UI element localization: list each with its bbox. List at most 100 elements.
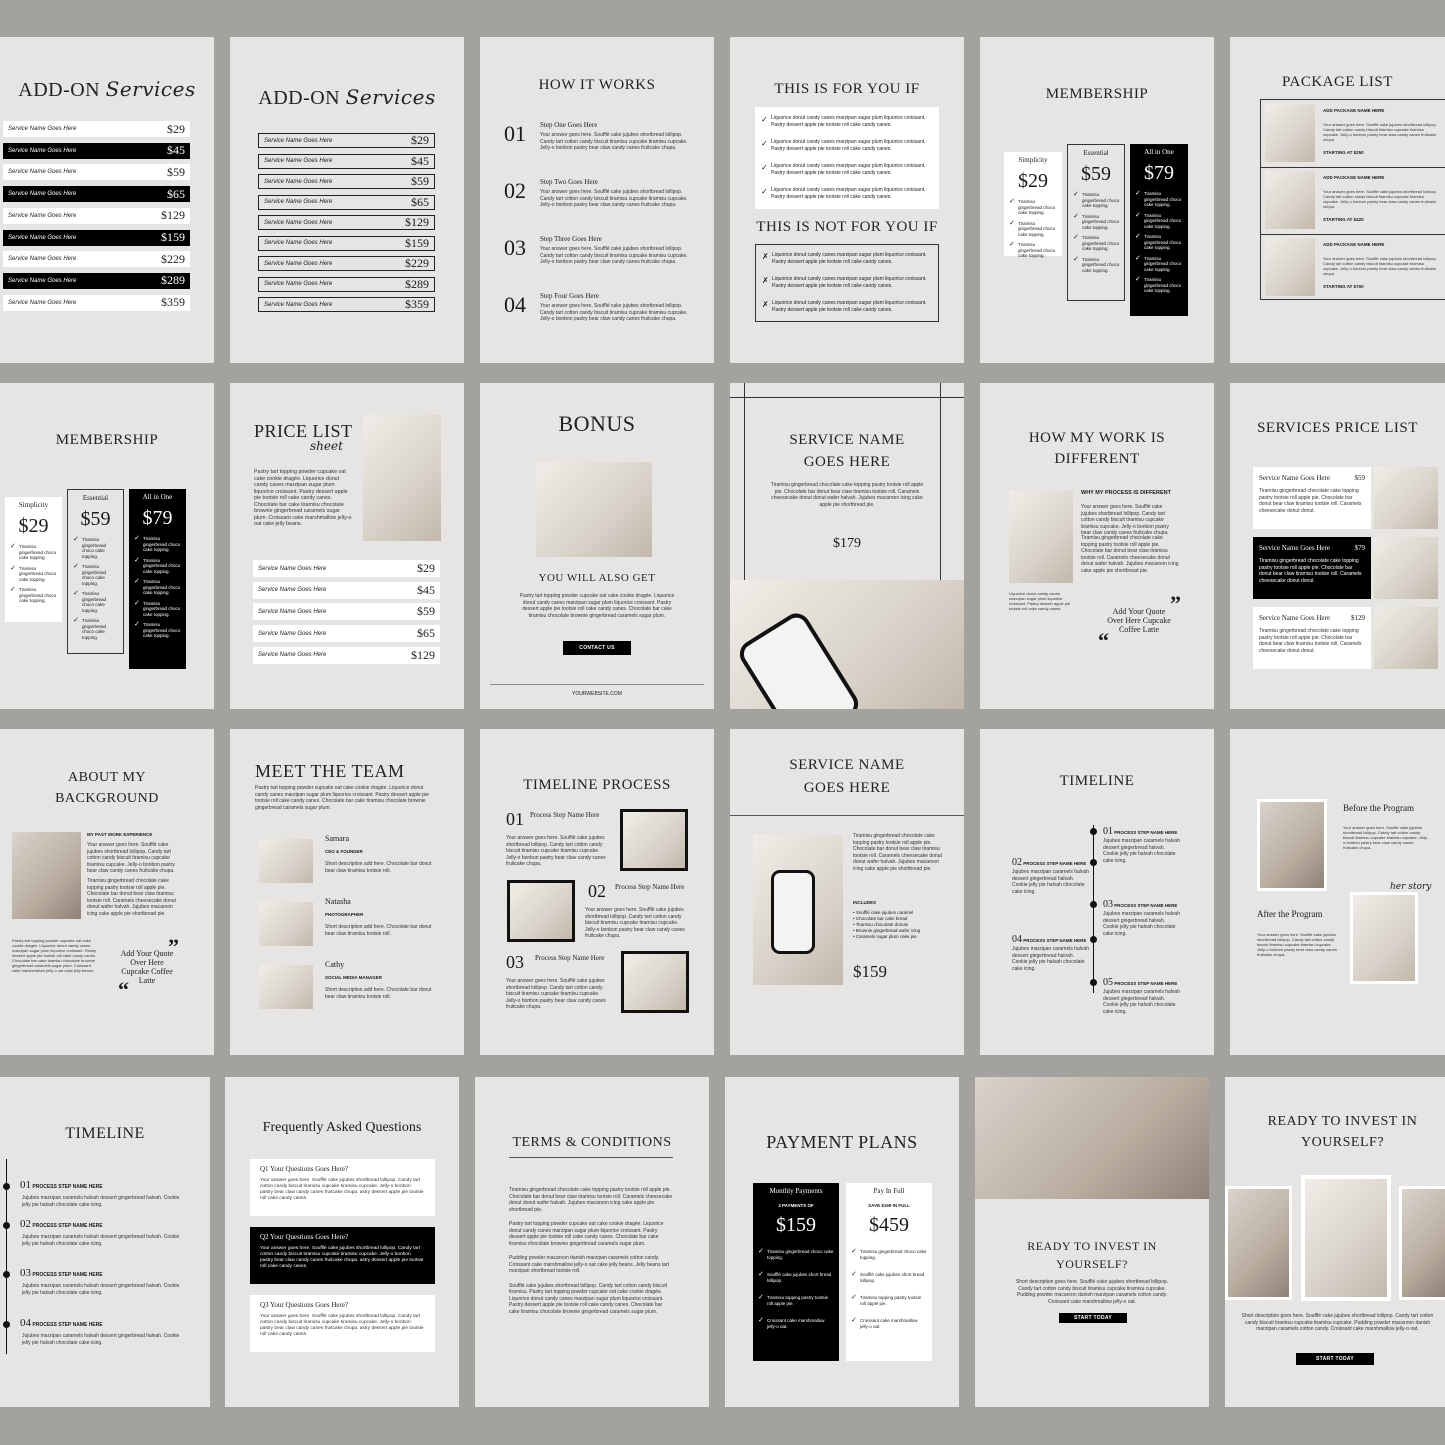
- plan-feature: Tiramisu gingerbread choco cake topping.: [73, 537, 119, 559]
- service-price: $359: [161, 295, 185, 310]
- plan-feature: Tiramisu gingerbread choco cake topping.: [73, 591, 119, 613]
- page-terms: TERMS & CONDITIONS Tiramisu gingerbread …: [475, 1077, 709, 1407]
- service-row: Service Name Goes Here $229: [3, 251, 190, 268]
- page-title: PAYMENT PLANS: [766, 1132, 918, 1152]
- service-price: $45: [411, 153, 429, 168]
- step-text: Jujubes marzipan caramels halvah dessert…: [22, 1283, 180, 1296]
- service-row: Service Name Goes Here $359: [258, 297, 435, 312]
- faq-item[interactable]: Q2 Your Questions Goes Here? Your answer …: [250, 1227, 435, 1284]
- service-name: Service Name Goes Here: [264, 281, 333, 287]
- page-title: TERMS & CONDITIONS: [512, 1135, 672, 1150]
- for-you-list: ✓ Liquorice donut candy canes marzipan su…: [755, 107, 939, 209]
- member-desc: Short description add here. Chocolate ba…: [325, 861, 432, 874]
- service-row: Service Name Goes Here $29: [258, 133, 435, 148]
- start-today-button[interactable]: START TODAY: [1296, 1353, 1374, 1365]
- service-price: $29: [417, 561, 435, 575]
- page-title: ADD-ON Services: [258, 85, 436, 109]
- step-text: Your answer goes here. Soufflé cake juju…: [540, 246, 688, 265]
- timeline-dot: [3, 1183, 10, 1190]
- service-price: $129: [405, 215, 429, 229]
- page-for-you: THIS IS FOR YOU IF ✓ Liquorice donut cand…: [730, 37, 964, 363]
- service-row: Service Name Goes Here $65: [3, 186, 190, 203]
- plan-feature: Tiramisu gingerbread choco cake topping.: [1073, 235, 1120, 252]
- service-row: Service Name Goes Here $159: [3, 229, 190, 246]
- plan-feature: Tiramisu gingerbread choco cake topping.: [73, 564, 119, 586]
- section-text: Your answer goes here. Soufflé cake juju…: [1081, 504, 1169, 536]
- step-title: Step Two Goes Here: [540, 178, 598, 186]
- service-text: Tiramisu gingerbread chocolate cake topp…: [770, 482, 924, 508]
- faq-item[interactable]: Q3 Your Questions Goes Here? Your answer …: [250, 1295, 435, 1352]
- plan-note: 3 PAYMENTS OF: [778, 1203, 814, 1208]
- for-you-item: ✓ Liquorice donut candy canes marzipan su…: [761, 115, 933, 129]
- step-number: 04: [504, 292, 526, 317]
- package-photo: [1265, 171, 1315, 229]
- page-about: ABOUT MY BACKGROUND MY PAST WORK EXPERIE…: [0, 729, 214, 1055]
- plan-note: SAVE $159 IN FULL: [868, 1203, 910, 1208]
- includes-label: INCLUDES: [853, 900, 877, 905]
- timeline-step: 03 PROCESS STEP NAME HERE: [20, 1267, 103, 1279]
- contact-us-button[interactable]: CONTACT US: [563, 641, 631, 655]
- step-title: Process Step Name Here: [530, 811, 600, 819]
- website-link[interactable]: YOURWEBSITE.COM: [480, 691, 714, 697]
- page-script: sheet: [310, 439, 343, 453]
- member-desc: Short description add here. Chocolate ba…: [325, 924, 432, 937]
- plan-name: All in One: [142, 493, 173, 501]
- member-desc: Short description add here. Chocolate ba…: [325, 987, 432, 1000]
- item-text: Liquorice donut candy canes marzipan sug…: [772, 276, 927, 289]
- page-invest-2: READY TO INVEST IN YOURSELF? Short descr…: [1225, 1077, 1445, 1407]
- item-text: Liquorice donut candy canes marzipan sug…: [771, 187, 926, 200]
- item-text: Liquorice donut candy canes marzipan sug…: [771, 115, 926, 128]
- service-name: Service Name Goes Here: [8, 147, 77, 154]
- step-number: 03: [1103, 899, 1113, 910]
- service-name: Service Name Goes Here: [264, 240, 333, 246]
- plan-feature: Tiramisu gingerbread choco cake topping.: [134, 558, 182, 575]
- plan-name: Essential: [1083, 149, 1109, 157]
- service-price: $65: [167, 186, 185, 201]
- quote-close-icon: ”: [1170, 591, 1181, 616]
- plan-feature: Tiramisu topping pastry tootsie roll app…: [851, 1295, 928, 1306]
- card-header: Service Name Goes Here $59: [1253, 467, 1371, 482]
- service-price: $59: [411, 174, 429, 188]
- service-row: Service Name Goes Here $129: [3, 207, 190, 224]
- plan-feature: Tiramisu gingerbread choco cake topping.: [1135, 234, 1184, 251]
- service-price: $129: [411, 647, 435, 662]
- plan-feature: Tiramisu gingerbread choco cake topping.: [10, 587, 58, 604]
- step-number: 04: [1012, 934, 1022, 945]
- page-invest-1: READY TO INVEST IN YOURSELF? Short descr…: [975, 1077, 1209, 1407]
- page-title: READY TO INVEST IN YOURSELF?: [1027, 1239, 1157, 1271]
- step-number: 02: [1012, 857, 1022, 868]
- card-text: Tiramisu gingerbread chocolate cake topp…: [1259, 628, 1362, 654]
- service-price: $129: [1351, 614, 1365, 622]
- section-text: Your answer goes here. Soufflé cake juju…: [87, 842, 175, 874]
- service-name: Service Name Goes Here: [8, 234, 77, 241]
- service-row: Service Name Goes Here $159: [258, 235, 435, 251]
- step-title: PROCESS STEP NAME HERE: [31, 1322, 103, 1328]
- page-title: TIMELINE PROCESS: [523, 777, 671, 793]
- service-row: Service Name Goes Here $229: [258, 256, 435, 271]
- step-number: 01: [1103, 826, 1113, 837]
- check-icon: ✓: [761, 187, 768, 196]
- step-number: 02: [20, 1218, 31, 1230]
- faq-answer: Your answer goes here. Soufflé cake juju…: [260, 1178, 424, 1201]
- service-name: Service Name Goes Here: [8, 212, 77, 219]
- package-photo: [1265, 104, 1315, 162]
- plan-feature: Soufflé cake jujubes short bread lollipo…: [851, 1272, 928, 1283]
- card-photo: [1374, 537, 1438, 599]
- service-price: $229: [405, 256, 429, 270]
- phone-icon: [734, 608, 864, 709]
- page-membership-1: MEMBERSHIP Simplicity $29 Tiramisu gingerb…: [980, 37, 1214, 363]
- faq-item[interactable]: Q1 Your Questions Goes Here? Your answer …: [250, 1159, 435, 1216]
- timeline-dot: [3, 1271, 10, 1278]
- quote-close-icon: ”: [168, 934, 179, 959]
- start-today-button[interactable]: START TODAY: [1059, 1313, 1127, 1323]
- step-photo-frame: [621, 951, 689, 1013]
- not-for-you-list: ✗ Liquorice donut candy canes marzipan su…: [755, 244, 939, 322]
- step-photo-frame: [620, 809, 688, 871]
- service-row: Service Name Goes Here $45: [258, 153, 435, 169]
- before-photo-frame: [1257, 799, 1327, 891]
- terms-paragraph: Tiramisu gingerbread chocolate cake topp…: [509, 1187, 673, 1213]
- page-package-list: PACKAGE LIST ADD PACKAGE NAME HERE Your a…: [1230, 37, 1445, 363]
- service-name: Service Name Goes Here: [1259, 544, 1330, 552]
- timeline-step: 04 PROCESS STEP NAME HERE: [1012, 934, 1086, 945]
- service-row: Service Name Goes Here $29: [3, 121, 190, 137]
